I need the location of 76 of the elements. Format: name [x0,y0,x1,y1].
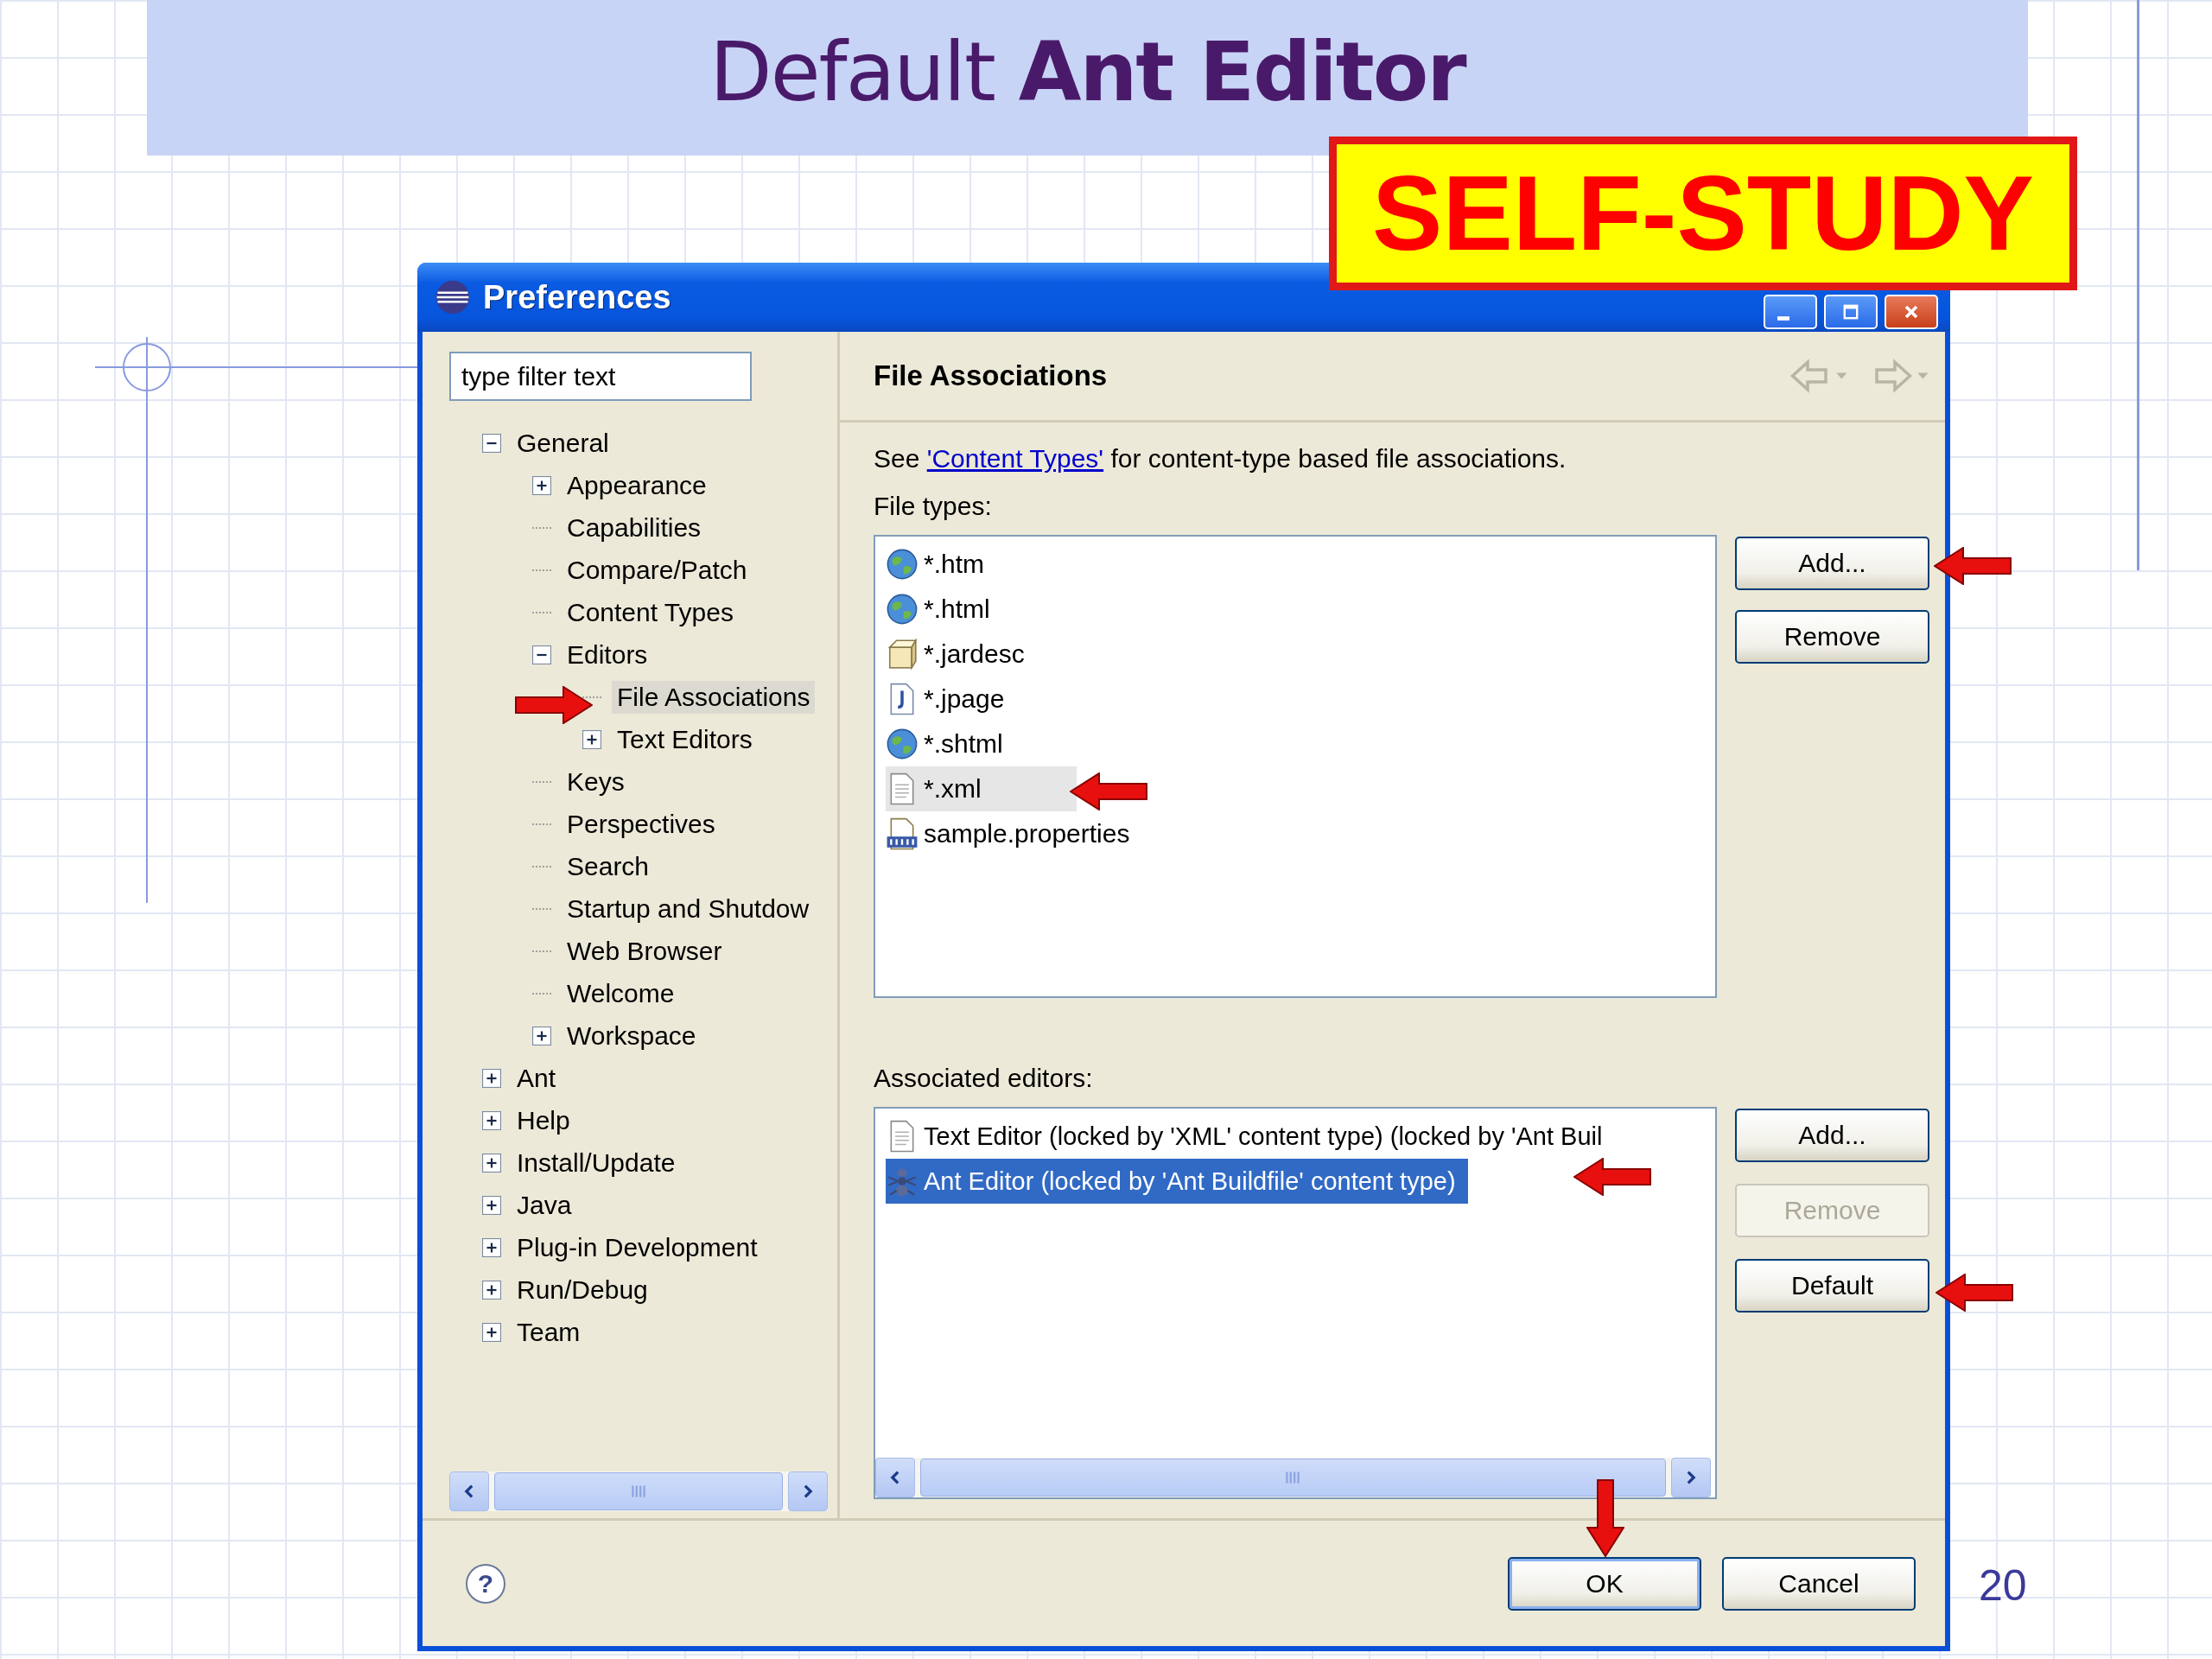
editor-item[interactable]: Ant Editor (locked by 'Ant Buildfile' content type) [886,1159,1468,1204]
file-type-item[interactable]: *.htm [886,542,992,587]
collapse-icon[interactable] [482,433,501,453]
file-type-item[interactable]: *.jardesc [886,632,1032,677]
minimize-button[interactable] [1764,295,1817,329]
maximize-button[interactable] [1824,295,1878,329]
expand-icon[interactable] [482,1280,501,1300]
add-button[interactable]: Add... [1735,1109,1929,1162]
tree-item[interactable]: Workspace [562,1019,702,1052]
scroll-right-button[interactable] [787,1471,828,1511]
editor-item[interactable]: Text Editor (locked by 'XML' content type) (locked by 'Ant Buil [886,1114,1610,1159]
tree-item[interactable]: Run/Debug [512,1273,653,1306]
slide-title: Default Ant Editor [709,24,1465,119]
tree-item[interactable]: Java [512,1188,577,1222]
horizontal-scrollbar[interactable] [449,1471,828,1511]
tree-item[interactable]: Text Editors [612,722,758,756]
add-button[interactable]: Add... [1735,537,1929,590]
window-title: Preferences [483,278,671,316]
page-title: File Associations [874,359,1108,392]
cancel-button[interactable]: Cancel [1722,1556,1916,1611]
tree-item[interactable]: Search [562,849,655,883]
expand-icon[interactable] [532,475,551,495]
collapse-icon[interactable] [532,645,551,664]
properties-file-icon [886,817,918,850]
expand-icon[interactable] [532,1026,551,1046]
tree-item[interactable]: Appearance [562,468,712,502]
expand-icon[interactable] [482,1195,501,1215]
tree-item[interactable]: Install/Update [512,1146,681,1179]
tree-item[interactable]: Compare/Patch [562,553,753,587]
file-type-item[interactable]: *.jpage [886,677,1012,721]
expand-icon[interactable] [482,1110,501,1130]
filter-field[interactable]: type filter text [449,352,752,401]
tree-item[interactable]: Team [512,1315,586,1349]
tree-item[interactable]: Editors [562,638,653,671]
expand-icon[interactable] [582,729,601,749]
tree-item[interactable]: Web Browser [562,934,728,968]
close-button[interactable] [1885,295,1938,329]
globe-icon [886,548,918,581]
default-button[interactable]: Default [1735,1259,1929,1313]
tree-item[interactable]: Keys [562,765,630,798]
sphere-icon [435,279,471,315]
tree-item[interactable]: Plug-in Development [512,1230,763,1264]
tree-item[interactable]: Perspectives [562,807,721,841]
file-type-item[interactable]: *.html [886,587,997,632]
scroll-right-button[interactable] [1670,1458,1711,1497]
tree-item[interactable]: Content Types [562,595,739,629]
globe-icon [886,593,918,626]
self-study-badge: SELF-STUDY [1329,137,2077,290]
tree-item[interactable]: Help [512,1103,575,1137]
tree-item[interactable]: Capabilities [562,511,707,544]
package-icon [886,638,918,671]
scroll-left-button[interactable] [449,1471,489,1511]
scroll-left-button[interactable] [875,1458,915,1497]
associated-editors-label: Associated editors: [874,1063,1093,1094]
minimize-icon [1777,316,1789,321]
file-types-label: File types: [874,491,992,522]
file-type-item[interactable]: *.xml [886,766,1077,811]
ok-button[interactable]: OK [1508,1556,1701,1611]
expand-icon[interactable] [482,1322,501,1342]
globe-icon [886,728,918,760]
expand-icon[interactable] [482,1153,501,1173]
expand-icon[interactable] [482,1068,501,1088]
remove-button[interactable]: Remove [1735,610,1929,664]
file-type-item[interactable]: sample.properties [886,811,1137,856]
description: See 'Content Types' for content-type based file associations. [874,443,1567,474]
help-button[interactable]: ? [466,1563,505,1604]
page-number: 20 [1979,1560,2027,1611]
scrollbar-thumb[interactable] [494,1472,783,1510]
tree-item[interactable]: Ant [512,1061,562,1095]
expand-icon[interactable] [482,1237,501,1257]
content-types-link[interactable]: 'Content Types' [926,444,1104,473]
tree-item[interactable]: File Associations [612,680,816,714]
file-type-item[interactable]: *.shtml [886,721,1010,766]
tree-item[interactable]: Startup and Shutdow [562,892,815,925]
tree-item[interactable]: Welcome [562,976,680,1010]
tree-item[interactable]: General [512,426,614,460]
